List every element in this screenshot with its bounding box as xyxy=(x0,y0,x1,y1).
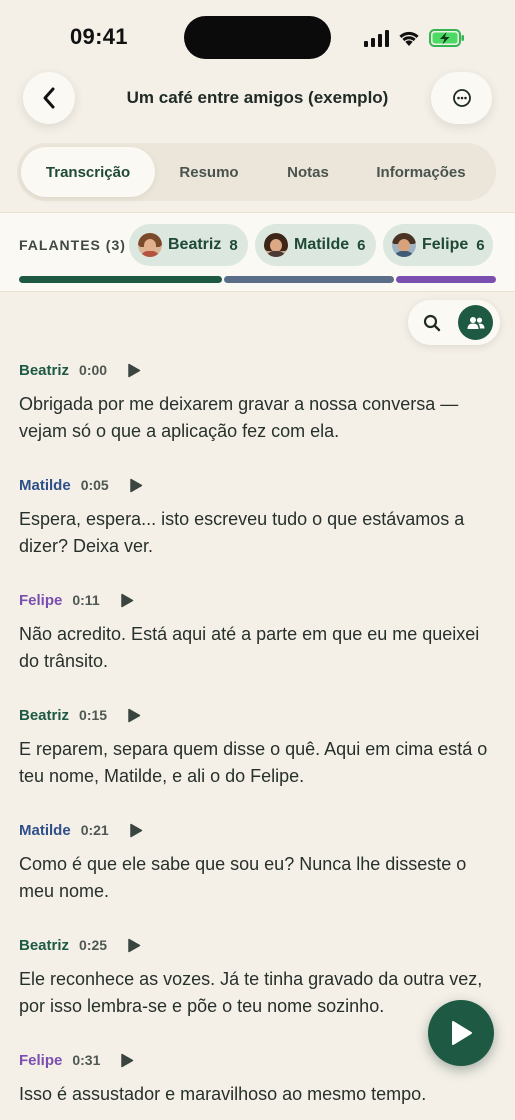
search-icon xyxy=(423,314,441,332)
play-segment-button[interactable] xyxy=(127,476,145,494)
entry-text: Isso é assustador e maravilhoso ao mesmo… xyxy=(19,1084,427,1104)
play-icon xyxy=(128,938,141,952)
more-horizontal-icon xyxy=(452,89,471,107)
speaker-name: Felipe xyxy=(422,236,469,253)
speaker-name: Matilde xyxy=(294,236,350,253)
status-bar: 09:41 xyxy=(0,0,515,72)
play-icon xyxy=(452,1021,472,1045)
avatar xyxy=(138,233,162,257)
play-segment-button[interactable] xyxy=(125,706,143,724)
entry-speaker[interactable]: Matilde xyxy=(19,822,71,839)
entry-timestamp[interactable]: 0:15 xyxy=(79,707,107,723)
transcript-entry: Felipe 0:11 Não acredito. Está aqui até a … xyxy=(19,586,489,701)
play-icon xyxy=(121,1053,134,1067)
entry-speaker[interactable]: Felipe xyxy=(19,592,62,609)
transcript-entry: Beatriz 0:25 Ele reconhece as vozes. Já te… xyxy=(19,931,489,1046)
entry-text: Não acredito. Está aqui até a parte em q… xyxy=(19,624,480,671)
avatar xyxy=(264,233,288,257)
header: Um café entre amigos (exemplo) xyxy=(0,72,515,126)
entry-timestamp[interactable]: 0:05 xyxy=(81,477,109,493)
entry-header: Felipe 0:31 xyxy=(19,1050,136,1070)
avatar xyxy=(392,233,416,257)
entry-speaker[interactable]: Beatriz xyxy=(19,707,69,724)
transcript-entry: Beatriz 0:00 Obrigada por me deixarem grav… xyxy=(19,356,489,471)
play-segment-button[interactable] xyxy=(125,936,143,954)
speaker-share-bar-beatriz xyxy=(19,276,222,283)
entry-text: E reparem, separa quem disse o quê. Aqui… xyxy=(19,739,488,786)
wifi-icon xyxy=(397,29,421,47)
entry-header: Beatriz 0:15 xyxy=(19,705,143,725)
entry-header: Matilde 0:21 xyxy=(19,820,145,840)
more-options-button[interactable] xyxy=(431,72,492,124)
status-icons xyxy=(364,26,465,50)
entry-speaker[interactable]: Felipe xyxy=(19,1052,62,1069)
transcript-entry: Matilde 0:05 Espera, espera... isto escrev… xyxy=(19,471,489,586)
transcript-entry: Matilde 0:21 Como é que ele sabe que sou e… xyxy=(19,816,489,931)
entry-speaker[interactable]: Beatriz xyxy=(19,937,69,954)
battery-charging-icon xyxy=(429,28,465,48)
entry-timestamp[interactable]: 0:21 xyxy=(81,822,109,838)
play-segment-button[interactable] xyxy=(127,821,145,839)
play-icon xyxy=(129,823,142,837)
transcript-tools xyxy=(408,300,500,345)
tab-bar: Transcrição Resumo Notas Informações xyxy=(17,143,496,201)
tab-information[interactable]: Informações xyxy=(353,147,489,197)
search-button[interactable] xyxy=(420,311,444,335)
entry-text: Ele reconhece as vozes. Já te tinha grav… xyxy=(19,969,483,1016)
speaker-chip-matilde[interactable]: Matilde 6 xyxy=(255,224,376,266)
transcript-entry: Beatriz 0:15 E reparem, separa quem disse … xyxy=(19,701,489,816)
entry-text: Como é que ele sabe que sou eu? Nunca lh… xyxy=(19,854,467,901)
tab-transcription[interactable]: Transcrição xyxy=(21,147,155,197)
play-icon xyxy=(128,708,141,722)
page-title: Um café entre amigos (exemplo) xyxy=(126,88,389,107)
speaker-count: 8 xyxy=(229,236,238,254)
entry-speaker[interactable]: Matilde xyxy=(19,477,71,494)
speakers-panel: FALANTES (3) Beatriz 8 Matilde 6 Felipe … xyxy=(0,212,515,292)
play-audio-button[interactable] xyxy=(428,1000,494,1066)
signal-icon xyxy=(364,29,389,47)
entry-timestamp[interactable]: 0:11 xyxy=(72,592,99,608)
play-segment-button[interactable] xyxy=(118,591,136,609)
tab-notes[interactable]: Notas xyxy=(263,147,353,197)
entry-timestamp[interactable]: 0:31 xyxy=(72,1052,100,1068)
dynamic-island xyxy=(184,16,331,59)
tab-summary[interactable]: Resumo xyxy=(155,147,263,197)
transcript-entry: Felipe 0:31 Isso é assustador e maravilhos… xyxy=(19,1046,489,1120)
speaker-name: Beatriz xyxy=(168,236,222,253)
play-segment-button[interactable] xyxy=(118,1051,136,1069)
entry-text: Espera, espera... isto escreveu tudo o q… xyxy=(19,509,465,556)
entry-header: Felipe 0:11 xyxy=(19,590,136,610)
play-icon xyxy=(128,363,141,377)
transcript-list: Beatriz 0:00 Obrigada por me deixarem grav… xyxy=(19,356,489,1120)
people-icon xyxy=(467,316,484,329)
status-time: 09:41 xyxy=(70,24,128,49)
entry-header: Beatriz 0:00 xyxy=(19,360,143,380)
entry-header: Matilde 0:05 xyxy=(19,475,145,495)
entry-timestamp[interactable]: 0:00 xyxy=(79,362,107,378)
entry-speaker[interactable]: Beatriz xyxy=(19,362,69,379)
play-icon xyxy=(120,593,133,607)
entry-header: Beatriz 0:25 xyxy=(19,935,143,955)
speakers-label: FALANTES (3) xyxy=(19,237,126,253)
entry-timestamp[interactable]: 0:25 xyxy=(79,937,107,953)
speakers-filter-button[interactable] xyxy=(458,305,493,340)
back-button[interactable] xyxy=(23,72,75,124)
speaker-share-bar-felipe xyxy=(396,276,496,283)
play-icon xyxy=(129,478,142,492)
speaker-chip-beatriz[interactable]: Beatriz 8 xyxy=(129,224,248,266)
chevron-left-icon xyxy=(43,87,55,109)
speaker-count: 6 xyxy=(357,236,366,254)
speaker-share-bar-matilde xyxy=(224,276,394,283)
entry-text: Obrigada por me deixarem gravar a nossa … xyxy=(19,394,459,441)
play-segment-button[interactable] xyxy=(125,361,143,379)
speaker-chip-felipe[interactable]: Felipe 6 xyxy=(383,224,493,266)
speaker-count: 6 xyxy=(476,236,485,254)
